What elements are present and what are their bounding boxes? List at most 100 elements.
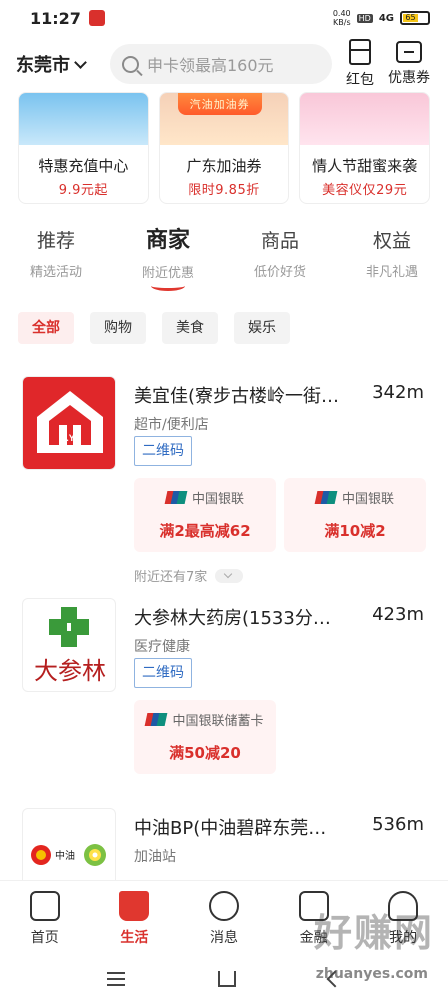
app-notification-icon xyxy=(88,10,105,26)
offer-card[interactable]: 中国银联 满10减2 xyxy=(284,478,426,552)
banner-subtitle: 美容仪仅29元 xyxy=(322,183,408,198)
chevron-down-icon xyxy=(74,55,87,69)
search-input[interactable]: 申卡领最高160元 xyxy=(110,44,332,84)
banner-fuel-art-label: 汽油加油券 xyxy=(177,93,262,115)
city-selector[interactable]: 东莞市 xyxy=(16,51,116,77)
battery-icon: 65 xyxy=(400,11,430,25)
bank-name: 中国银联 xyxy=(191,492,244,507)
nav-label: 生活 xyxy=(120,930,149,946)
merchant-distance: 423m xyxy=(372,604,424,625)
nearby-text: 附近还有7家 xyxy=(134,570,208,585)
status-bar: 11:27 0.40 KB/s HD 4G 65 xyxy=(0,0,448,36)
life-cup-icon xyxy=(119,891,150,921)
merchant-category: 超市/便利店 xyxy=(134,417,209,433)
battery-level: 65 xyxy=(403,14,418,22)
banner-title: 情人节甜蜜来袭 xyxy=(312,157,418,175)
offer-card[interactable]: 中国银联 满2最高减62 xyxy=(134,478,276,552)
qr-code-tag: 二维码 xyxy=(134,658,192,688)
watermark: 好赚网 xyxy=(313,911,434,955)
nearby-more-toggle[interactable]: 附近还有7家 xyxy=(134,566,244,585)
search-placeholder: 申卡领最高160元 xyxy=(147,56,274,75)
status-right: 0.40 KB/s HD 4G 65 xyxy=(333,9,430,27)
tab-recommend[interactable]: 推荐 精选活动 xyxy=(0,218,112,292)
coupon-label: 优惠券 xyxy=(388,70,430,86)
coupon-icon xyxy=(396,41,422,63)
banner-subtitle: 限时9.85折 xyxy=(188,183,260,198)
svg-text:M.Y.J: M.Y.J xyxy=(59,433,82,443)
status-time: 11:27 xyxy=(30,8,81,28)
back-icon[interactable] xyxy=(326,970,344,988)
nav-messages[interactable]: 消息 xyxy=(179,881,269,958)
banner-valentine[interactable]: 情人节甜蜜来袭 美容仪仅29元 xyxy=(299,92,431,204)
city-label: 东莞市 xyxy=(16,55,70,76)
unionpay-icon xyxy=(145,713,168,726)
tab-goods[interactable]: 商品 低价好货 xyxy=(224,218,336,292)
dashenlin-logo-icon: 大参林 xyxy=(34,607,106,685)
tab-label: 商家 xyxy=(145,228,190,253)
filter-all[interactable]: 全部 xyxy=(18,312,74,344)
tab-sublabel: 非凡礼遇 xyxy=(365,265,418,280)
coupon-button[interactable]: 优惠券 xyxy=(388,41,430,87)
merchant-name: 中油BP(中油碧辟东莞… xyxy=(134,818,327,839)
tab-merchants[interactable]: 商家 附近优惠 xyxy=(112,218,224,292)
redpack-icon xyxy=(349,39,371,65)
nav-label: 首页 xyxy=(30,930,59,946)
search-icon xyxy=(122,55,139,73)
offer-deal: 满10减2 xyxy=(324,522,386,540)
home-system-icon[interactable] xyxy=(217,971,236,987)
tab-sublabel: 精选活动 xyxy=(29,265,82,280)
filter-chips: 全部 购物 美食 娱乐 xyxy=(18,312,290,344)
bank-label: 中国银联 xyxy=(314,488,394,507)
unionpay-icon xyxy=(314,491,338,504)
nav-home[interactable]: 首页 xyxy=(0,881,90,958)
tab-benefits[interactable]: 权益 非凡礼遇 xyxy=(336,218,448,292)
bank-label: 中国银联 xyxy=(164,488,244,507)
filter-entertainment[interactable]: 娱乐 xyxy=(234,312,290,344)
tab-sublabel: 附近优惠 xyxy=(141,266,194,281)
merchant-category: 医疗健康 xyxy=(134,639,190,655)
list-item[interactable]: 大参林 大参林大药房(1533分… 423m 医疗健康 二维码 中国银联储蓄卡 … xyxy=(22,598,428,788)
merchant-name: 美宜佳(寮步古楼岭一街… xyxy=(134,386,340,407)
banner-valentine-image xyxy=(300,93,430,145)
merchant-distance: 536m xyxy=(372,814,424,835)
nav-life[interactable]: 生活 xyxy=(90,881,180,958)
banner-subtitle: 9.9元起 xyxy=(58,183,108,198)
merchant-category: 加油站 xyxy=(134,849,176,865)
banner-title: 广东加油券 xyxy=(186,157,262,175)
merchant-distance: 342m xyxy=(372,382,424,403)
tab-label: 推荐 xyxy=(36,230,75,252)
offer-list: 中国银联储蓄卡 满50减20 xyxy=(134,700,276,774)
filter-shopping[interactable]: 购物 xyxy=(90,312,146,344)
filter-food[interactable]: 美食 xyxy=(162,312,218,344)
banner-fuel[interactable]: 汽油加油券 广东加油券 限时9.85折 xyxy=(158,92,290,204)
network-speed: 0.40 KB/s xyxy=(332,9,351,27)
svg-text:大参林: 大参林 xyxy=(34,657,106,685)
list-item[interactable]: M.Y.J 美宜佳(寮步古楼岭一街… 342m 超市/便利店 二维码 中国银联 … xyxy=(22,376,428,586)
qr-code-tag: 二维码 xyxy=(134,436,192,466)
tab-label: 权益 xyxy=(372,230,411,252)
merchant-logo: 大参林 xyxy=(22,598,116,692)
offer-deal: 满50减20 xyxy=(169,744,241,762)
chevron-down-icon xyxy=(215,568,244,583)
menu-icon[interactable] xyxy=(106,972,125,986)
banner-recharge[interactable]: 特惠充值中心 9.9元起 xyxy=(18,92,149,204)
home-icon xyxy=(29,891,60,921)
active-tab-indicator xyxy=(151,281,185,291)
bank-name: 中国银联 xyxy=(341,492,394,507)
system-nav-bar xyxy=(0,958,448,1000)
unionpay-icon xyxy=(164,491,188,504)
bank-label: 中国银联储蓄卡 xyxy=(145,710,264,729)
svg-text:中油: 中油 xyxy=(55,849,75,862)
offer-card[interactable]: 中国银联储蓄卡 满50减20 xyxy=(134,700,276,774)
app-screen: 11:27 0.40 KB/s HD 4G 65 东莞市 申卡领最高160元 红… xyxy=(0,0,448,1000)
redpack-button[interactable]: 红包 xyxy=(346,39,374,89)
message-icon xyxy=(208,891,239,921)
myj-logo-icon: M.Y.J xyxy=(37,391,103,453)
tab-label: 商品 xyxy=(260,230,299,252)
merchant-name: 大参林大药房(1533分… xyxy=(134,608,331,629)
promo-banners: 特惠充值中心 9.9元起 汽油加油券 广东加油券 限时9.85折 情人节甜蜜来袭… xyxy=(18,92,431,204)
nav-label: 消息 xyxy=(209,930,238,946)
tab-sublabel: 低价好货 xyxy=(253,265,306,280)
offer-deal: 满2最高减62 xyxy=(159,522,251,540)
merchant-logo: M.Y.J xyxy=(22,376,116,470)
